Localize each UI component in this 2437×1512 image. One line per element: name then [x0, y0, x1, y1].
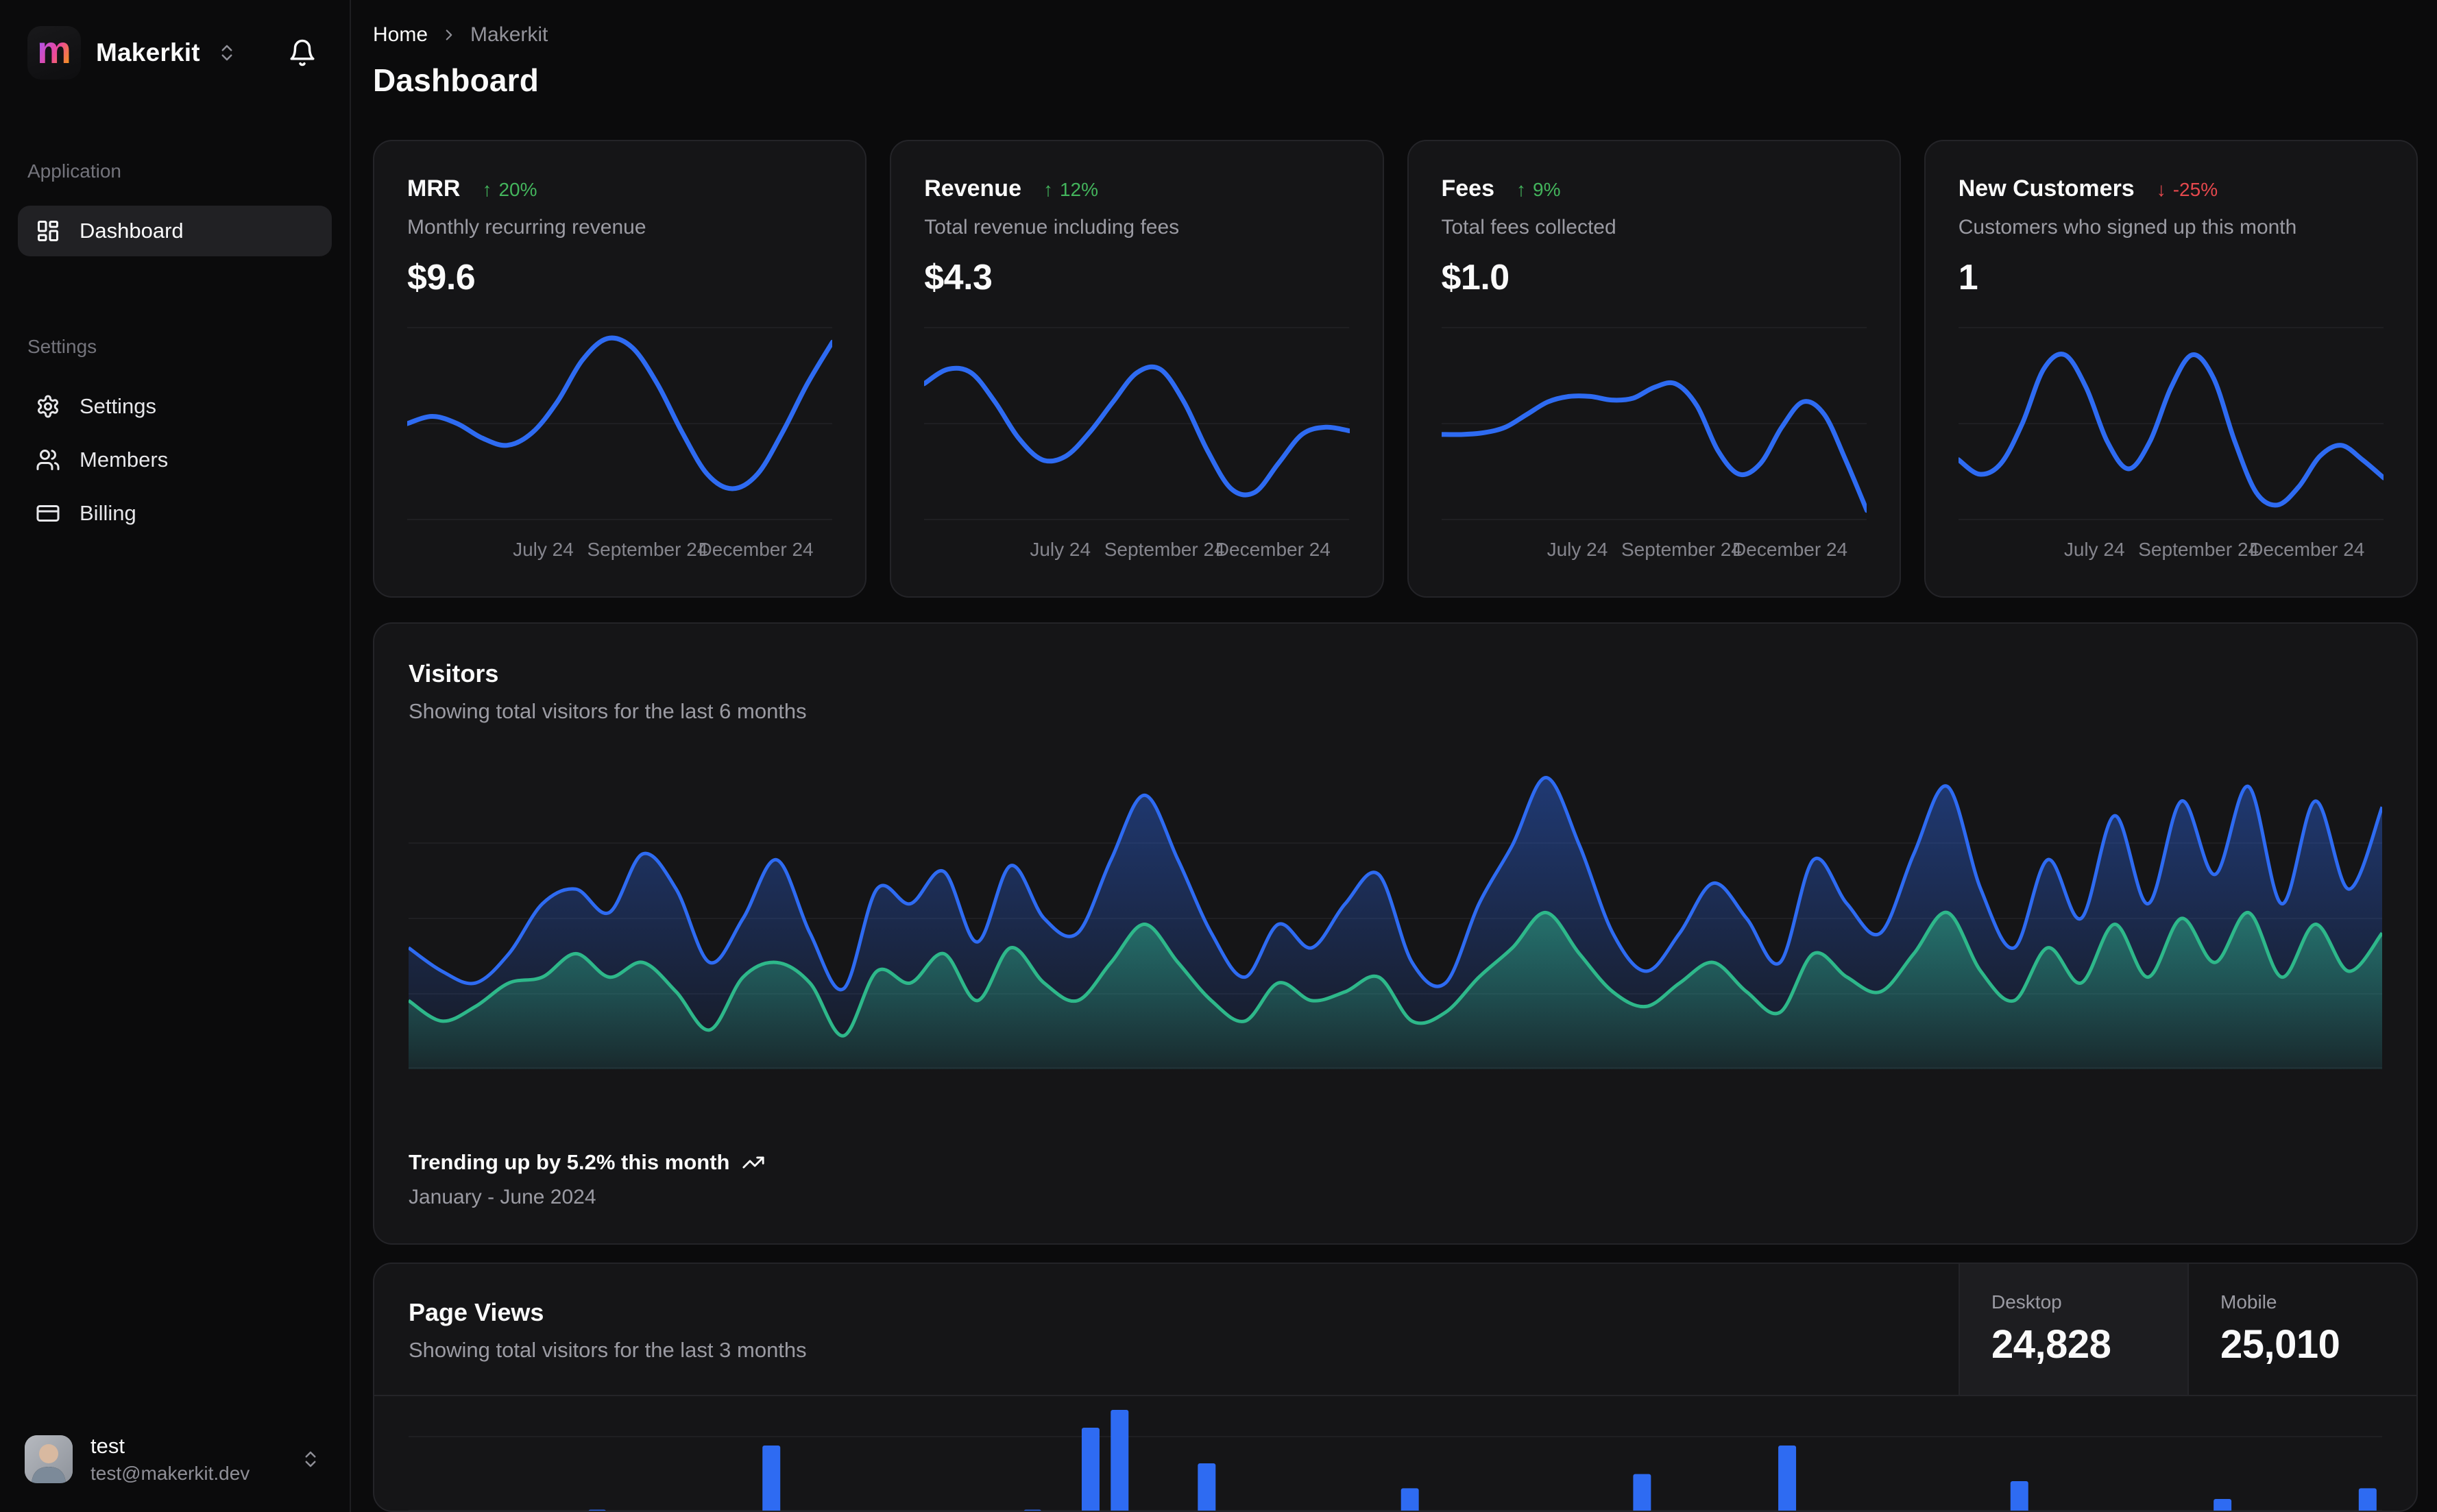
- chevron-right-icon: [440, 26, 458, 44]
- settings-icon: [34, 394, 62, 419]
- avatar: [25, 1435, 73, 1483]
- stat-card-value: 1: [1958, 258, 1978, 297]
- notifications-bell-icon[interactable]: [288, 38, 317, 67]
- stat-card-subtitle: Total revenue including fees: [924, 216, 1180, 239]
- x-axis-tick: September 24: [587, 539, 708, 560]
- visitors-footer: Trending up by 5.2% this month January -…: [409, 1150, 2382, 1209]
- stat-card-x-ticks: July 24 September 24 December 24: [924, 539, 1349, 578]
- visitors-trending-text: Trending up by 5.2% this month: [409, 1150, 730, 1174]
- sidebar-nav: Application Dashboard Settings Settings Memb…: [18, 160, 332, 541]
- stat-card-sparkline[interactable]: [1441, 324, 1867, 524]
- trend-arrow-icon: ↑: [1043, 179, 1053, 200]
- billing-icon: [34, 501, 62, 526]
- page-views-title: Page Views: [409, 1298, 544, 1326]
- x-axis-tick: July 24: [1547, 539, 1608, 560]
- breadcrumb: Home Makerkit: [373, 23, 2418, 47]
- stat-card-title: New Customers: [1958, 175, 2135, 202]
- stat-card-title: Fees: [1441, 175, 1495, 202]
- stat-card: MRR ↑ 20% Monthly recurring revenue $9.6…: [373, 140, 867, 598]
- x-axis-tick: July 24: [2063, 539, 2125, 560]
- page-views-bar-chart[interactable]: [374, 1396, 2416, 1511]
- user-name: test: [90, 1434, 125, 1458]
- x-axis-tick: September 24: [1621, 539, 1742, 560]
- trend-arrow-icon: ↑: [482, 179, 492, 200]
- x-axis-tick: December 24: [1215, 539, 1331, 560]
- stat-card-subtitle: Monthly recurring revenue: [407, 216, 646, 239]
- stat-card-trend: ↑ 9%: [1516, 179, 1561, 200]
- page-views-card: Page Views Showing total visitors for th…: [373, 1263, 2418, 1512]
- dashboard-icon: [34, 219, 62, 243]
- workspace-switcher[interactable]: m Makerkit: [18, 21, 332, 80]
- workspace-name: Makerkit: [96, 38, 200, 66]
- sidebar-item-billing[interactable]: Billing: [18, 488, 332, 539]
- chevrons-up-down-icon: [300, 1449, 321, 1470]
- brand-logo: m: [27, 26, 81, 80]
- desktop-label: Desktop: [1991, 1291, 2062, 1313]
- stat-card-x-ticks: July 24 September 24 December 24: [1959, 539, 2384, 578]
- breadcrumb-home[interactable]: Home: [373, 23, 428, 47]
- x-axis-tick: September 24: [2138, 539, 2259, 560]
- x-axis-tick: July 24: [1030, 539, 1091, 560]
- page-title: Dashboard: [373, 62, 539, 98]
- stat-card-value: $1.0: [1441, 258, 1510, 297]
- brand-logo-letter: m: [37, 28, 71, 71]
- visitors-title: Visitors: [409, 659, 499, 687]
- stat-card-sparkline[interactable]: [1958, 324, 2384, 524]
- visitors-area-chart[interactable]: [409, 768, 2382, 1069]
- stat-card: New Customers ↓ -25% Customers who signe…: [1924, 140, 2418, 598]
- sidebar-item-settings[interactable]: Settings: [18, 381, 332, 432]
- stat-card-subtitle: Customers who signed up this month: [1958, 216, 2297, 239]
- page-views-subtitle: Showing total visitors for the last 3 mo…: [409, 1338, 807, 1362]
- user-email: test@makerkit.dev: [90, 1463, 250, 1484]
- sidebar-item-label: Billing: [80, 501, 136, 525]
- mobile-label: Mobile: [2220, 1291, 2277, 1313]
- mobile-value: 25,010: [2220, 1322, 2340, 1367]
- user-menu[interactable]: test test@makerkit.dev: [18, 1427, 332, 1491]
- x-axis-tick: December 24: [2249, 539, 2365, 560]
- sidebar-item-dashboard[interactable]: Dashboard: [18, 206, 332, 256]
- stat-card-x-ticks: July 24 September 24 December 24: [407, 539, 832, 578]
- stat-card-subtitle: Total fees collected: [1441, 216, 1616, 239]
- stat-card-sparkline[interactable]: [407, 324, 833, 524]
- stat-card-trend: ↑ 12%: [1043, 179, 1099, 200]
- visitors-card: Visitors Showing total visitors for the …: [373, 622, 2418, 1245]
- trend-arrow-icon: ↓: [2156, 179, 2166, 200]
- page-views-header: Page Views Showing total visitors for th…: [374, 1264, 2416, 1396]
- stat-cards-row: MRR ↑ 20% Monthly recurring revenue $9.6…: [373, 140, 2418, 598]
- sidebar-item-label: Members: [80, 448, 169, 472]
- breadcrumb-current: Makerkit: [470, 23, 548, 46]
- stat-card-value: $4.3: [924, 258, 993, 297]
- stat-card-title: Revenue: [924, 175, 1021, 202]
- x-axis-tick: September 24: [1104, 539, 1225, 560]
- x-axis-tick: December 24: [1732, 539, 1848, 560]
- stat-card: Fees ↑ 9% Total fees collected $1.0 July…: [1407, 140, 1901, 598]
- x-axis-tick: July 24: [513, 539, 574, 560]
- stat-card-trend: ↑ 20%: [482, 179, 537, 200]
- x-axis-tick: December 24: [698, 539, 814, 560]
- main-content: Home Makerkit Dashboard MRR ↑ 20% Monthl…: [351, 0, 2437, 1512]
- stat-card-sparkline[interactable]: [924, 324, 1350, 524]
- sidebar: m Makerkit Application Dashboard Settings S…: [0, 0, 351, 1512]
- stat-card-title: MRR: [407, 175, 461, 202]
- nav-section-label: Settings: [27, 336, 97, 357]
- stat-card-x-ticks: July 24 September 24 December 24: [1442, 539, 1867, 578]
- members-icon: [34, 448, 62, 472]
- chevrons-up-down-icon: [217, 42, 237, 63]
- toggle-mobile[interactable]: Mobile 25,010: [2187, 1264, 2416, 1395]
- stat-card-trend: ↓ -25%: [2156, 179, 2218, 200]
- sidebar-item-label: Settings: [80, 394, 157, 418]
- visitors-range-text: January - June 2024: [409, 1186, 596, 1208]
- sidebar-item-members[interactable]: Members: [18, 435, 332, 485]
- trending-up-icon: [742, 1151, 765, 1174]
- desktop-value: 24,828: [1991, 1322, 2111, 1367]
- sidebar-item-label: Dashboard: [80, 219, 184, 243]
- visitors-subtitle: Showing total visitors for the last 6 mo…: [409, 699, 807, 723]
- nav-section-label: Application: [27, 160, 121, 182]
- stat-card-value: $9.6: [407, 258, 476, 297]
- trend-arrow-icon: ↑: [1516, 179, 1526, 200]
- stat-card: Revenue ↑ 12% Total revenue including fe…: [890, 140, 1384, 598]
- toggle-desktop[interactable]: Desktop 24,828: [1959, 1264, 2187, 1395]
